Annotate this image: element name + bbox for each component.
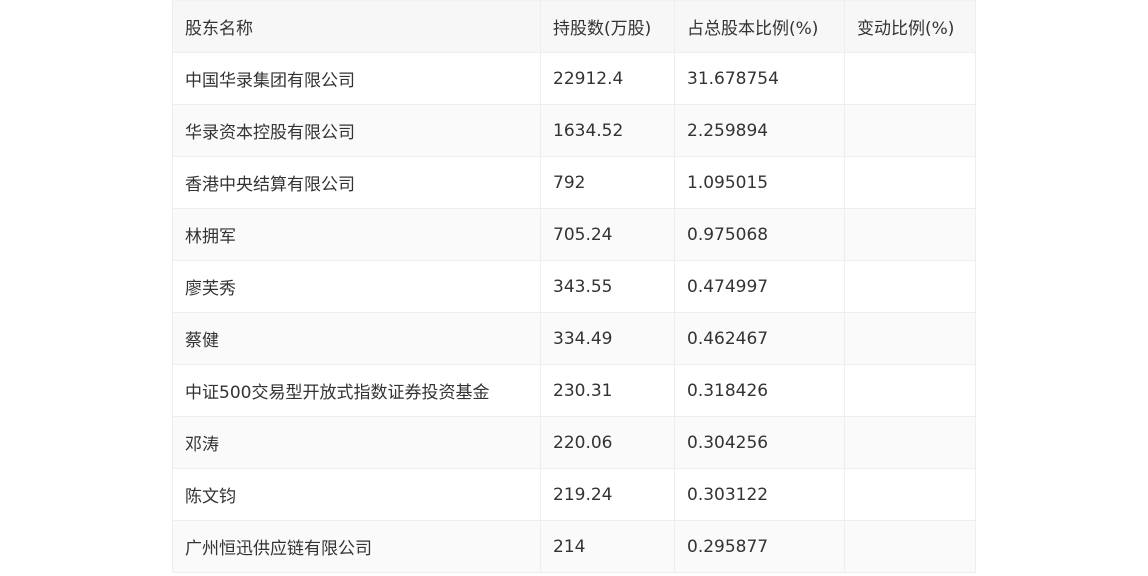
cell-share-ratio: 2.259894 — [674, 104, 845, 157]
cell-share-ratio: 0.295877 — [674, 520, 845, 573]
cell-change-ratio — [844, 156, 976, 209]
header-share-ratio: 占总股本比例(%) — [674, 0, 845, 53]
shareholder-table: 股东名称 持股数(万股) 占总股本比例(%) 变动比例(%) 中国华录集团有限公… — [172, 0, 976, 573]
cell-shares-held: 792 — [540, 156, 675, 209]
table-row: 香港中央结算有限公司 792 1.095015 — [172, 156, 976, 209]
cell-shares-held: 1634.52 — [540, 104, 675, 157]
cell-shareholder-name: 中证500交易型开放式指数证券投资基金 — [172, 364, 541, 417]
cell-share-ratio: 1.095015 — [674, 156, 845, 209]
cell-shareholder-name: 蔡健 — [172, 312, 541, 365]
cell-share-ratio: 0.318426 — [674, 364, 845, 417]
table-row: 中国华录集团有限公司 22912.4 31.678754 — [172, 52, 976, 105]
table-row: 广州恒迅供应链有限公司 214 0.295877 — [172, 520, 976, 573]
cell-shareholder-name: 林拥军 — [172, 208, 541, 261]
cell-shareholder-name: 陈文钧 — [172, 468, 541, 521]
cell-change-ratio — [844, 468, 976, 521]
table-row: 蔡健 334.49 0.462467 — [172, 312, 976, 365]
cell-shares-held: 219.24 — [540, 468, 675, 521]
cell-shares-held: 230.31 — [540, 364, 675, 417]
cell-shares-held: 334.49 — [540, 312, 675, 365]
cell-shareholder-name: 廖芙秀 — [172, 260, 541, 313]
cell-change-ratio — [844, 312, 976, 365]
cell-change-ratio — [844, 520, 976, 573]
cell-change-ratio — [844, 416, 976, 469]
table-header: 股东名称 持股数(万股) 占总股本比例(%) 变动比例(%) — [172, 0, 976, 53]
cell-change-ratio — [844, 104, 976, 157]
cell-share-ratio: 0.462467 — [674, 312, 845, 365]
cell-change-ratio — [844, 260, 976, 313]
cell-shares-held: 214 — [540, 520, 675, 573]
cell-share-ratio: 31.678754 — [674, 52, 845, 105]
table-row: 邓涛 220.06 0.304256 — [172, 416, 976, 469]
cell-shares-held: 22912.4 — [540, 52, 675, 105]
cell-change-ratio — [844, 52, 976, 105]
cell-shareholder-name: 邓涛 — [172, 416, 541, 469]
cell-shareholder-name: 香港中央结算有限公司 — [172, 156, 541, 209]
header-row: 股东名称 持股数(万股) 占总股本比例(%) 变动比例(%) — [172, 0, 976, 53]
table-row: 林拥军 705.24 0.975068 — [172, 208, 976, 261]
shareholder-table-container: 股东名称 持股数(万股) 占总股本比例(%) 变动比例(%) 中国华录集团有限公… — [172, 0, 976, 573]
table-body: 中国华录集团有限公司 22912.4 31.678754 华录资本控股有限公司 … — [172, 52, 976, 573]
cell-change-ratio — [844, 208, 976, 261]
header-change-ratio: 变动比例(%) — [844, 0, 976, 53]
cell-share-ratio: 0.474997 — [674, 260, 845, 313]
cell-shares-held: 220.06 — [540, 416, 675, 469]
cell-share-ratio: 0.975068 — [674, 208, 845, 261]
header-shares-held: 持股数(万股) — [540, 0, 675, 53]
cell-change-ratio — [844, 364, 976, 417]
table-row: 廖芙秀 343.55 0.474997 — [172, 260, 976, 313]
cell-shares-held: 705.24 — [540, 208, 675, 261]
table-row: 中证500交易型开放式指数证券投资基金 230.31 0.318426 — [172, 364, 976, 417]
cell-shares-held: 343.55 — [540, 260, 675, 313]
cell-share-ratio: 0.303122 — [674, 468, 845, 521]
header-shareholder-name: 股东名称 — [172, 0, 541, 53]
cell-share-ratio: 0.304256 — [674, 416, 845, 469]
cell-shareholder-name: 中国华录集团有限公司 — [172, 52, 541, 105]
cell-shareholder-name: 广州恒迅供应链有限公司 — [172, 520, 541, 573]
table-row: 陈文钧 219.24 0.303122 — [172, 468, 976, 521]
table-row: 华录资本控股有限公司 1634.52 2.259894 — [172, 104, 976, 157]
cell-shareholder-name: 华录资本控股有限公司 — [172, 104, 541, 157]
